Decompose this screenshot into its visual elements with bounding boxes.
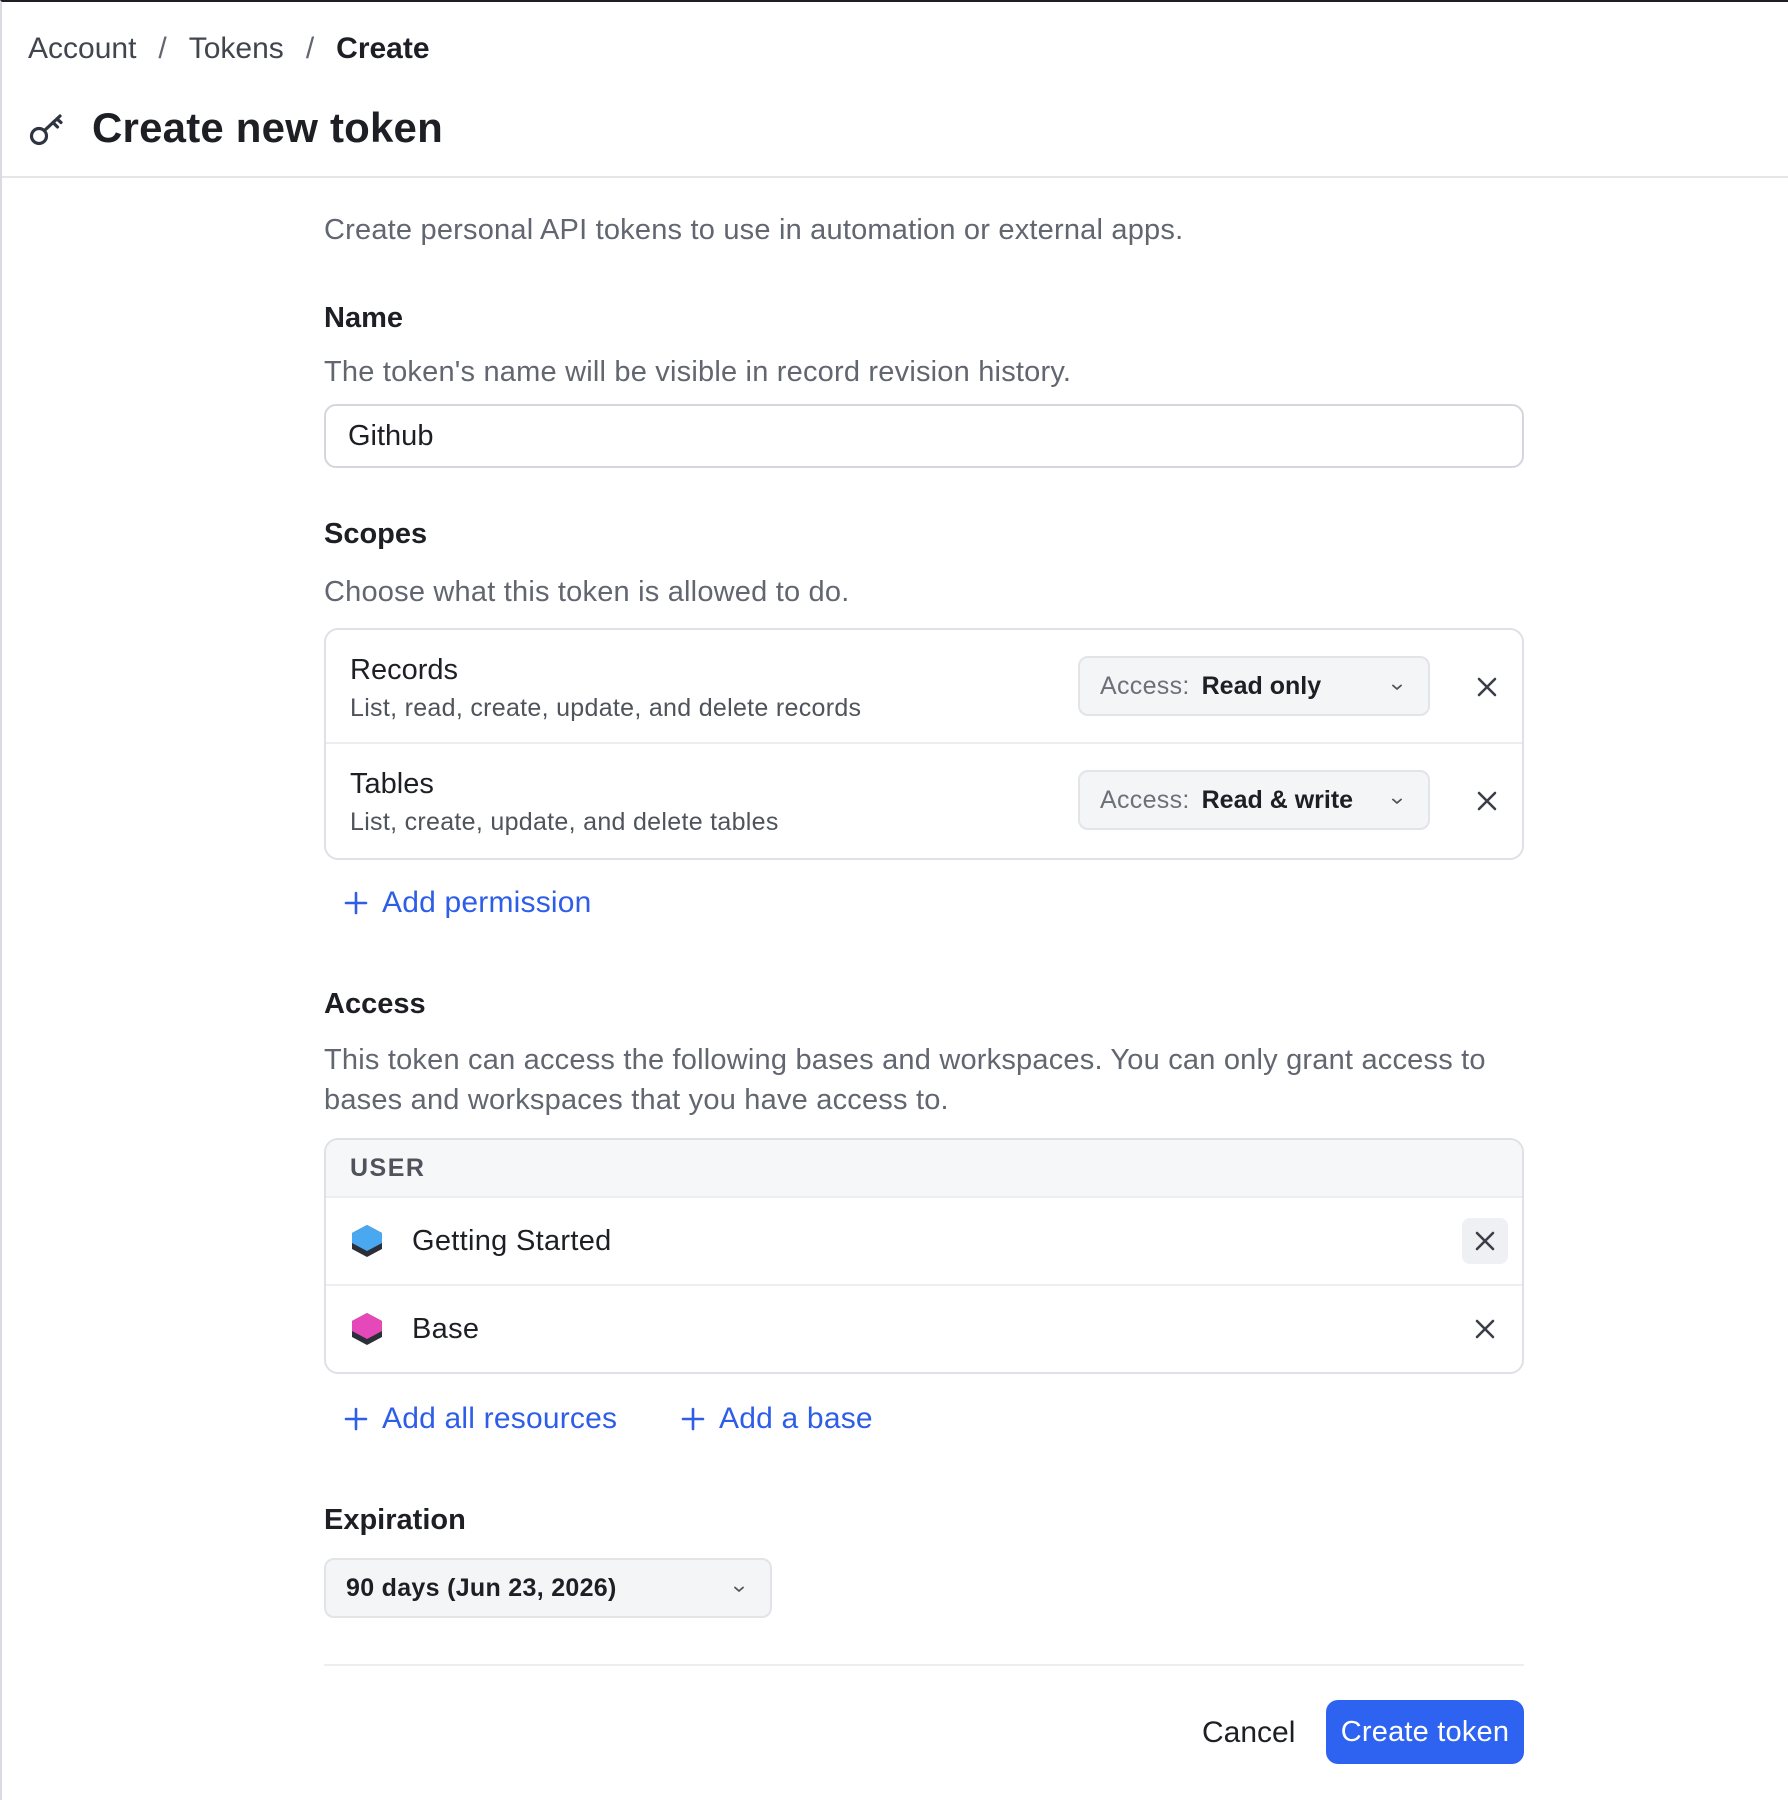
header-divider	[2, 176, 1788, 178]
name-section-description: The token's name will be visible in reco…	[324, 356, 1072, 388]
scope-name: Tables	[350, 768, 434, 800]
plus-icon	[344, 891, 368, 915]
page-title: Create new token	[92, 104, 443, 151]
scope-description: List, read, create, update, and delete r…	[350, 694, 862, 722]
base-name: Getting Started	[412, 1224, 612, 1257]
base-name: Base	[412, 1312, 480, 1345]
expiration-section-title: Expiration	[324, 1504, 466, 1536]
scope-description: List, create, update, and delete tables	[350, 808, 779, 836]
plus-icon	[681, 1407, 705, 1431]
access-list: USER Getting Started Base	[324, 1138, 1524, 1374]
close-icon	[1477, 791, 1497, 811]
add-permission-button[interactable]: Add permission	[344, 886, 592, 920]
scopes-list: Records List, read, create, update, and …	[324, 628, 1524, 860]
name-section-title: Name	[324, 302, 403, 334]
access-group-label: USER	[326, 1140, 1522, 1198]
access-value: Read & write	[1201, 785, 1354, 814]
cancel-button[interactable]: Cancel	[1192, 1702, 1305, 1764]
breadcrumb-tokens[interactable]: Tokens	[189, 32, 284, 66]
scope-row-records: Records List, read, create, update, and …	[326, 630, 1522, 744]
scope-access-select[interactable]: Access: Read & write	[1078, 770, 1430, 830]
add-base-button[interactable]: Add a base	[681, 1402, 873, 1436]
add-all-resources-label: Add all resources	[382, 1402, 618, 1435]
remove-scope-button[interactable]	[1464, 664, 1510, 710]
breadcrumb-separator: /	[305, 32, 315, 65]
chevron-down-icon	[1392, 798, 1402, 804]
remove-base-button[interactable]	[1462, 1306, 1508, 1352]
access-section-description: This token can access the following base…	[324, 1044, 1486, 1116]
intro-text: Create personal API tokens to use in aut…	[324, 214, 1184, 246]
add-base-label: Add a base	[719, 1402, 873, 1435]
add-permission-label: Add permission	[382, 886, 592, 919]
chevron-down-icon	[1392, 684, 1402, 690]
access-section-title: Access	[324, 988, 426, 1020]
scopes-section-title: Scopes	[324, 518, 428, 550]
breadcrumb-current: Create	[336, 32, 430, 65]
token-name-input[interactable]	[324, 404, 1524, 468]
create-token-button[interactable]: Create token	[1326, 1700, 1524, 1764]
page-frame: Account / Tokens / Create Create new tok…	[0, 0, 1788, 1800]
plus-icon	[344, 1407, 368, 1431]
remove-base-button[interactable]	[1462, 1218, 1508, 1264]
breadcrumb: Account / Tokens / Create	[28, 32, 430, 66]
expiration-select[interactable]: 90 days (Jun 23, 2026)	[324, 1558, 772, 1618]
scope-name: Records	[350, 654, 458, 686]
close-icon	[1477, 677, 1497, 697]
breadcrumb-separator: /	[158, 32, 167, 65]
chevron-down-icon	[734, 1586, 744, 1592]
access-prefix: Access:	[1100, 671, 1190, 700]
expiration-value: 90 days (Jun 23, 2026)	[346, 1573, 617, 1602]
close-icon	[1475, 1319, 1495, 1339]
close-icon	[1475, 1231, 1495, 1251]
remove-scope-button[interactable]	[1464, 778, 1510, 824]
base-icon	[352, 1313, 382, 1345]
page-header: Create new token	[28, 104, 443, 152]
scope-access-select[interactable]: Access: Read only	[1078, 656, 1430, 716]
scopes-section-description: Choose what this token is allowed to do.	[324, 576, 850, 608]
breadcrumb-account[interactable]: Account	[28, 32, 136, 66]
add-all-resources-button[interactable]: Add all resources	[344, 1402, 617, 1436]
access-prefix: Access:	[1100, 785, 1190, 814]
access-value: Read only	[1201, 671, 1322, 700]
base-icon	[352, 1225, 382, 1257]
base-row-getting-started: Getting Started	[326, 1198, 1522, 1286]
scope-row-tables: Tables List, create, update, and delete …	[326, 744, 1522, 858]
base-row-base: Base	[326, 1286, 1522, 1372]
footer-divider	[324, 1664, 1524, 1666]
key-icon	[29, 114, 63, 146]
